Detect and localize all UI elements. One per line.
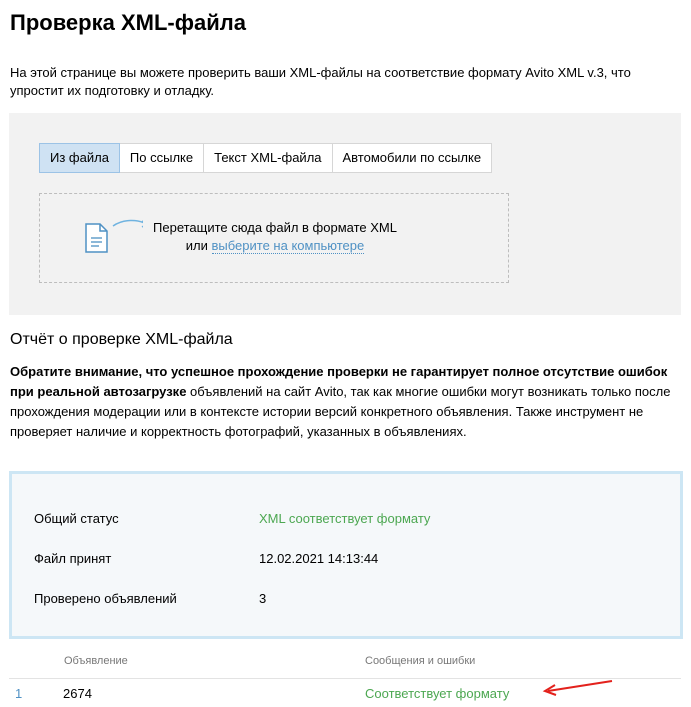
choose-file-link[interactable]: выберите на компьютере — [211, 238, 365, 254]
upload-panel: Из файла По ссылке Текст XML-файла Автом… — [9, 113, 681, 315]
row-ad-id: 2674 — [63, 686, 92, 701]
file-dropzone[interactable]: Перетащите сюда файл в формате XML или в… — [39, 193, 509, 283]
report-warning: Обратите внимание, что успешное прохожде… — [10, 362, 680, 442]
page-intro: На этой странице вы можете проверить ваш… — [10, 65, 631, 98]
tab-by-link[interactable]: По ссылке — [120, 144, 205, 172]
annotation-arrow-icon — [540, 678, 616, 701]
status-value: XML соответствует формату — [259, 511, 431, 526]
page-title: Проверка XML-файла — [10, 10, 246, 35]
dropzone-text: Перетащите сюда файл в формате XML или в… — [140, 219, 410, 255]
tab-cars-by-link[interactable]: Автомобили по ссылке — [333, 144, 492, 172]
dropzone-instruction: Перетащите сюда файл в формате XML — [153, 220, 397, 235]
status-label: Файл принят — [34, 551, 112, 566]
dropzone-or: или — [185, 238, 208, 253]
status-label: Проверено объявлений — [34, 591, 177, 606]
report-title: Отчёт о проверке XML-файла — [10, 331, 233, 348]
column-header-messages: Сообщения и ошибки — [365, 655, 476, 667]
tab-xml-text[interactable]: Текст XML-файла — [204, 144, 333, 172]
status-label: Общий статус — [34, 511, 119, 526]
row-message: Соответствует формату — [365, 686, 510, 701]
status-summary: Общий статус XML соответствует формату Ф… — [9, 471, 683, 639]
column-header-ad: Объявление — [64, 655, 128, 667]
status-value: 3 — [259, 591, 267, 606]
tab-from-file[interactable]: Из файла — [39, 143, 120, 173]
file-document-icon — [83, 218, 149, 259]
status-value: 12.02.2021 14:13:44 — [259, 551, 379, 566]
source-tabs: Из файла По ссылке Текст XML-файла Автом… — [39, 143, 493, 173]
row-index-link[interactable]: 1 — [15, 686, 22, 701]
